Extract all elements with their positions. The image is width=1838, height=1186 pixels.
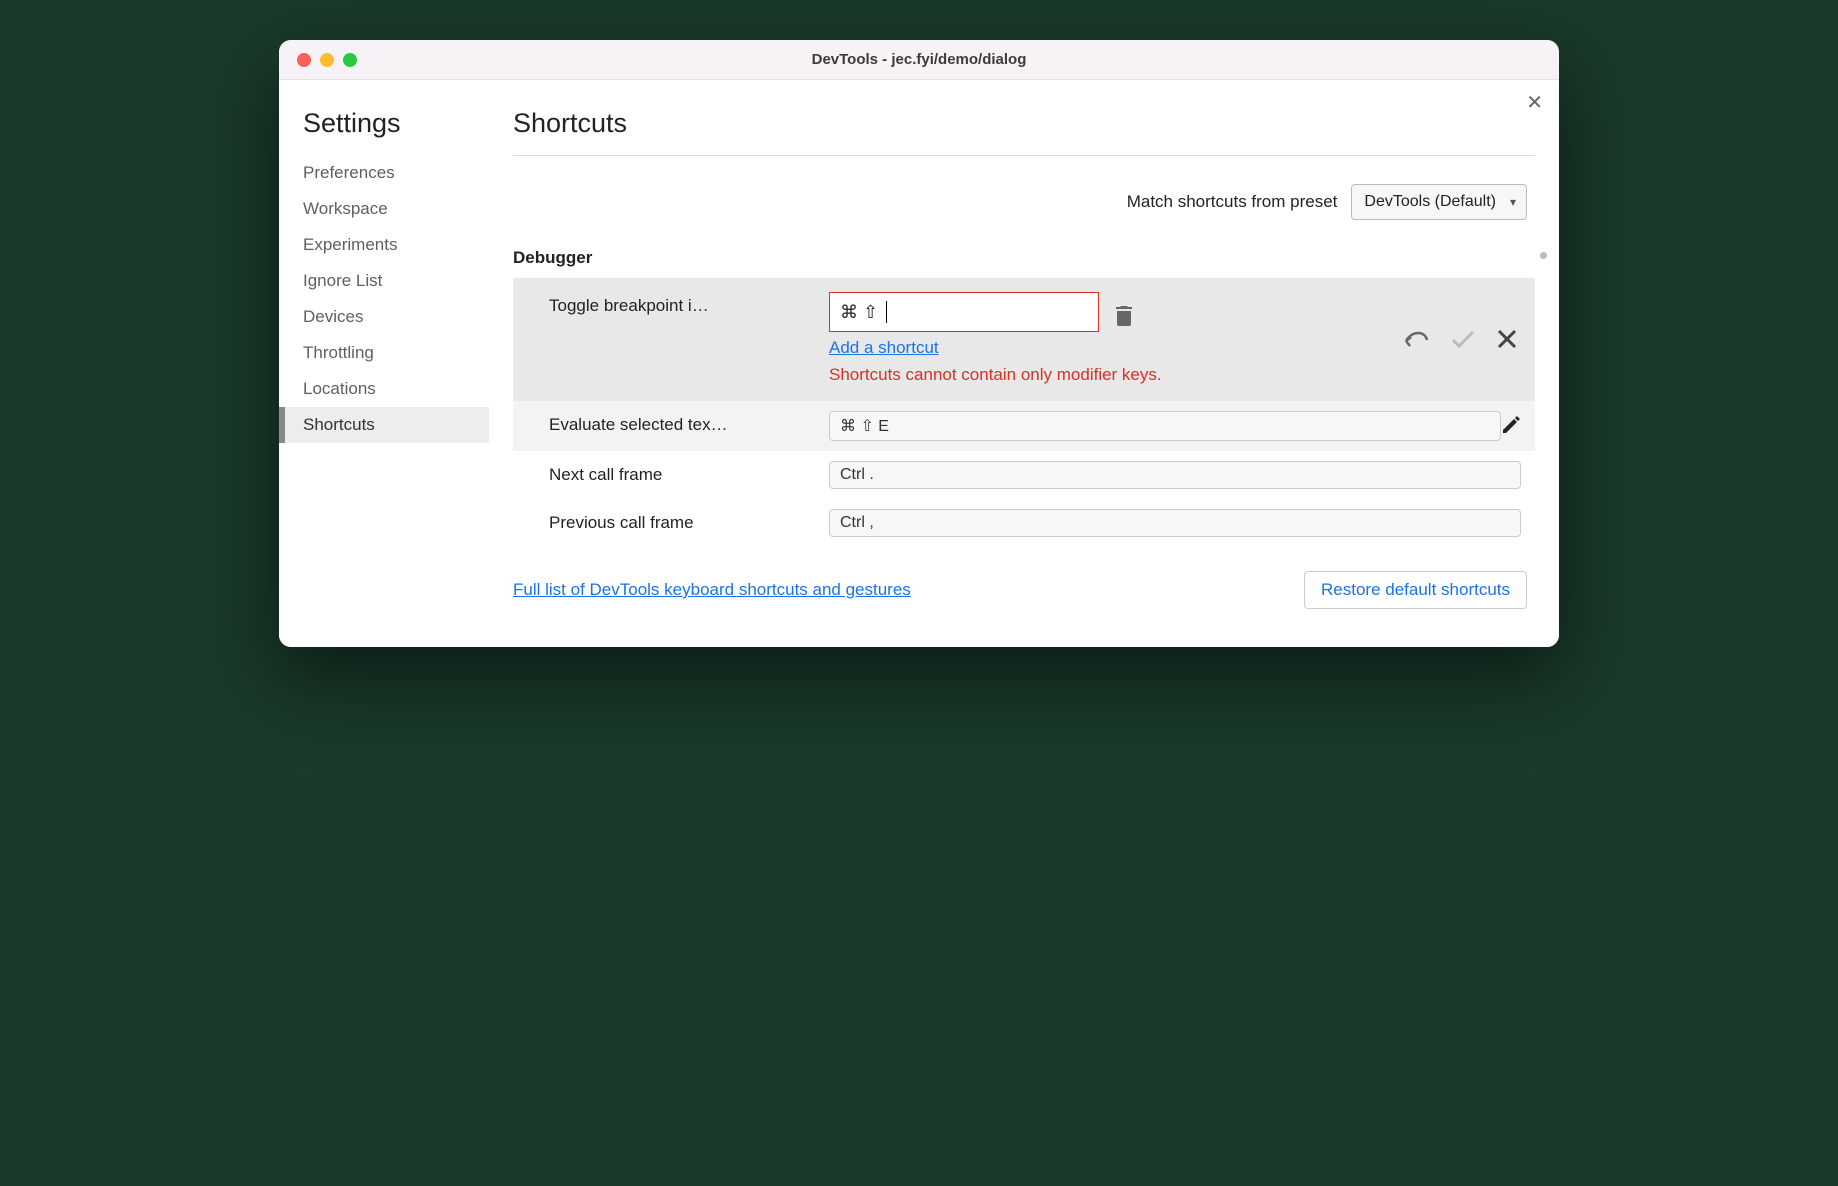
shortcut-input-line: ⌘ ⇧ <box>829 292 1403 332</box>
shortcut-label: Evaluate selected tex… <box>549 411 829 435</box>
shortcut-input-keys: ⌘ ⇧ <box>840 302 878 323</box>
titlebar: DevTools - jec.fyi/demo/dialog <box>279 40 1559 80</box>
shortcut-value-area: Ctrl . <box>829 461 1521 489</box>
preset-row: Match shortcuts from preset DevTools (De… <box>513 156 1535 248</box>
settings-body: Settings Preferences Workspace Experimen… <box>279 80 1559 647</box>
shortcut-input[interactable]: ⌘ ⇧ <box>829 292 1099 332</box>
sidebar-item-ignore-list[interactable]: Ignore List <box>279 263 489 299</box>
edit-shortcut-button[interactable] <box>1501 411 1521 435</box>
sidebar-item-locations[interactable]: Locations <box>279 371 489 407</box>
shortcut-value-area: ⌘ ⇧ Add a shortcut Shortcuts cannot cont… <box>829 292 1403 387</box>
text-caret <box>886 301 887 323</box>
sidebar-item-workspace[interactable]: Workspace <box>279 191 489 227</box>
cancel-button[interactable] <box>1497 329 1517 349</box>
preset-label: Match shortcuts from preset <box>1127 192 1338 212</box>
shortcut-row-previous-call-frame: Previous call frame Ctrl , <box>513 499 1535 547</box>
close-settings-button[interactable]: ✕ <box>1526 90 1543 115</box>
undo-button[interactable] <box>1403 329 1429 349</box>
debugger-section: Debugger Toggle breakpoint i… ⌘ ⇧ <box>513 248 1535 547</box>
sidebar-item-experiments[interactable]: Experiments <box>279 227 489 263</box>
trash-icon <box>1115 306 1133 326</box>
traffic-lights <box>279 53 357 67</box>
pencil-icon <box>1501 415 1521 435</box>
add-shortcut-link[interactable]: Add a shortcut <box>829 338 939 358</box>
close-icon <box>1497 329 1517 349</box>
restore-defaults-button[interactable]: Restore default shortcuts <box>1304 571 1527 609</box>
shortcut-kbd: Ctrl , <box>829 509 1521 537</box>
undo-icon <box>1403 329 1429 349</box>
shortcut-error-message: Shortcuts cannot contain only modifier k… <box>829 364 1199 387</box>
scrollbar-thumb[interactable] <box>1540 252 1547 259</box>
page-title: Shortcuts <box>513 108 1535 156</box>
shortcut-kbd: Ctrl . <box>829 461 1521 489</box>
shortcut-label: Previous call frame <box>549 509 829 533</box>
shortcut-label: Next call frame <box>549 461 829 485</box>
sidebar: Settings Preferences Workspace Experimen… <box>279 80 489 647</box>
preset-selected-value: DevTools (Default) <box>1364 193 1496 210</box>
shortcut-row-evaluate-selected: Evaluate selected tex… ⌘ ⇧ E <box>513 401 1535 451</box>
shortcut-row-toggle-breakpoint: Toggle breakpoint i… ⌘ ⇧ Add a shortcut <box>513 278 1535 401</box>
sidebar-title: Settings <box>279 108 489 155</box>
delete-shortcut-button[interactable] <box>1115 298 1133 326</box>
footer: Full list of DevTools keyboard shortcuts… <box>513 547 1535 623</box>
shortcut-row-next-call-frame: Next call frame Ctrl . <box>513 451 1535 499</box>
close-window-button[interactable] <box>297 53 311 67</box>
section-header-debugger: Debugger <box>513 248 1535 278</box>
editing-actions <box>1403 329 1521 349</box>
checkmark-icon <box>1451 329 1475 349</box>
shortcut-label: Toggle breakpoint i… <box>549 292 829 316</box>
shortcut-value-area: Ctrl , <box>829 509 1521 537</box>
full-list-link[interactable]: Full list of DevTools keyboard shortcuts… <box>513 580 911 600</box>
window-title: DevTools - jec.fyi/demo/dialog <box>279 51 1559 68</box>
sidebar-item-shortcuts[interactable]: Shortcuts <box>279 407 489 443</box>
confirm-button[interactable] <box>1451 329 1475 349</box>
devtools-window: DevTools - jec.fyi/demo/dialog Settings … <box>279 40 1559 647</box>
preset-select[interactable]: DevTools (Default) <box>1351 184 1527 220</box>
sidebar-item-devices[interactable]: Devices <box>279 299 489 335</box>
minimize-window-button[interactable] <box>320 53 334 67</box>
sidebar-item-preferences[interactable]: Preferences <box>279 155 489 191</box>
maximize-window-button[interactable] <box>343 53 357 67</box>
shortcut-value-area: ⌘ ⇧ E <box>829 411 1501 441</box>
sidebar-item-throttling[interactable]: Throttling <box>279 335 489 371</box>
shortcut-kbd: ⌘ ⇧ E <box>829 411 1501 441</box>
main-panel: ✕ Shortcuts Match shortcuts from preset … <box>489 80 1559 647</box>
